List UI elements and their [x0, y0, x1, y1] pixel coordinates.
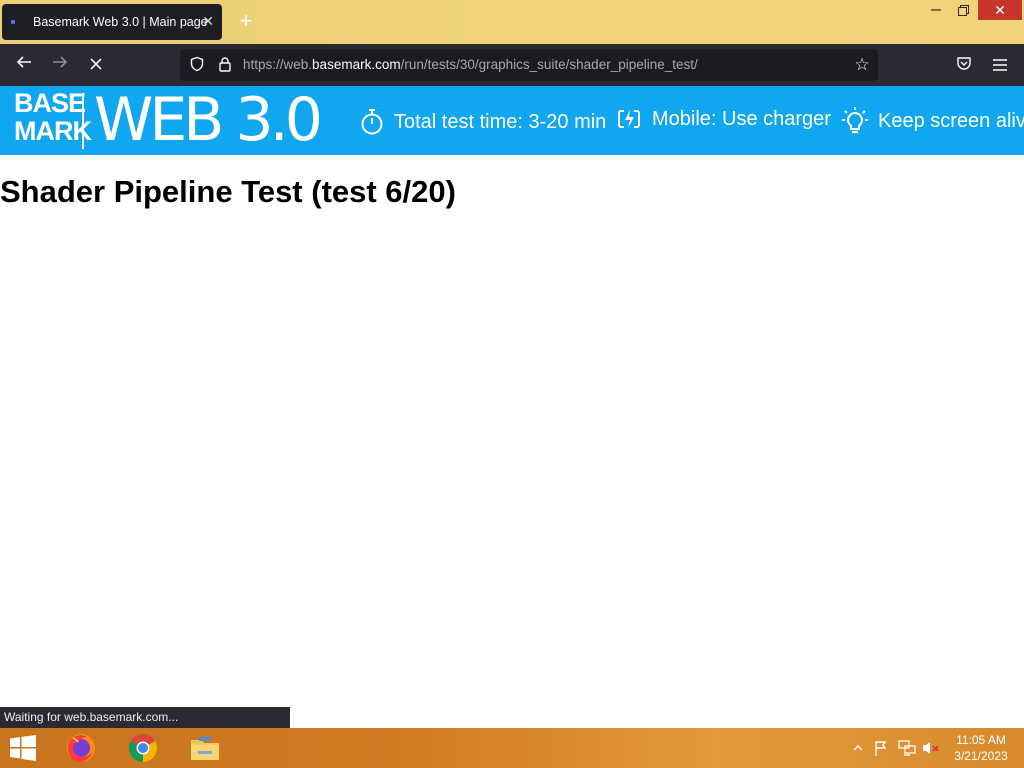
favicon-icon: [11, 20, 15, 24]
charging-battery-icon: [616, 106, 642, 132]
charger-label: Mobile: Use charger: [652, 108, 831, 130]
new-tab-button[interactable]: +: [236, 10, 256, 32]
loading-status-bar: Waiting for web.basemark.com...: [0, 707, 290, 728]
action-center-flag-icon[interactable]: [874, 740, 890, 756]
volume-muted-icon[interactable]: [922, 740, 939, 756]
lock-icon[interactable]: [216, 56, 234, 74]
navigation-toolbar: https://web.basemark.com/run/tests/30/gr…: [0, 44, 1024, 86]
browser-titlebar: Basemark Web 3.0 | Main page ✕ + ✕: [0, 0, 1024, 44]
screen-alive-info: Keep screen alive!: [842, 106, 1024, 136]
back-button[interactable]: [11, 52, 37, 78]
bookmark-star-icon[interactable]: ☆: [852, 55, 872, 75]
url-text[interactable]: https://web.basemark.com/run/tests/30/gr…: [243, 57, 698, 72]
page-title: Shader Pipeline Test (test 6/20): [0, 174, 456, 209]
windows-taskbar: 11:05 AM 3/21/2023: [0, 728, 1024, 768]
minimize-button[interactable]: [922, 0, 950, 20]
logo-divider: [82, 93, 84, 149]
stop-loading-button[interactable]: [83, 52, 109, 78]
basemark-logo[interactable]: BASE MARK: [14, 89, 92, 145]
chrome-icon[interactable]: [120, 730, 166, 766]
windows-start-icon[interactable]: [0, 730, 46, 766]
restore-button[interactable]: [950, 0, 976, 20]
charger-info: Mobile: Use charger: [616, 106, 831, 132]
firefox-icon[interactable]: [58, 730, 104, 766]
stopwatch-icon: [360, 106, 384, 138]
test-time-label: Total test time: 3-20 min: [394, 111, 607, 133]
hamburger-menu-icon[interactable]: [987, 52, 1013, 78]
test-time-info: Total test time: 3-20 min: [360, 106, 606, 138]
network-icon[interactable]: [898, 740, 916, 756]
file-explorer-icon[interactable]: [182, 730, 228, 766]
tab-basemark[interactable]: Basemark Web 3.0 | Main page ✕: [2, 4, 222, 40]
show-hidden-icons-chevron-icon[interactable]: [850, 740, 866, 756]
system-clock[interactable]: 11:05 AM 3/21/2023: [948, 732, 1014, 764]
lightbulb-icon: [842, 106, 868, 136]
web-product-logo: WEB 3.0: [94, 85, 323, 155]
clock-time: 11:05 AM: [956, 733, 1006, 747]
close-window-button[interactable]: ✕: [978, 0, 1022, 20]
url-bar[interactable]: https://web.basemark.com/run/tests/30/gr…: [180, 49, 878, 81]
close-tab-icon[interactable]: ✕: [202, 13, 214, 29]
pocket-icon[interactable]: [951, 52, 977, 78]
clock-date: 3/21/2023: [954, 749, 1008, 763]
forward-button[interactable]: [47, 52, 73, 78]
tab-title: Basemark Web 3.0 | Main page: [33, 15, 208, 29]
basemark-banner: BASE MARK WEB 3.0 Total test time: 3-20 …: [0, 86, 1024, 155]
tracking-protection-shield-icon[interactable]: [188, 56, 206, 74]
screen-alive-label: Keep screen alive!: [878, 110, 1024, 132]
